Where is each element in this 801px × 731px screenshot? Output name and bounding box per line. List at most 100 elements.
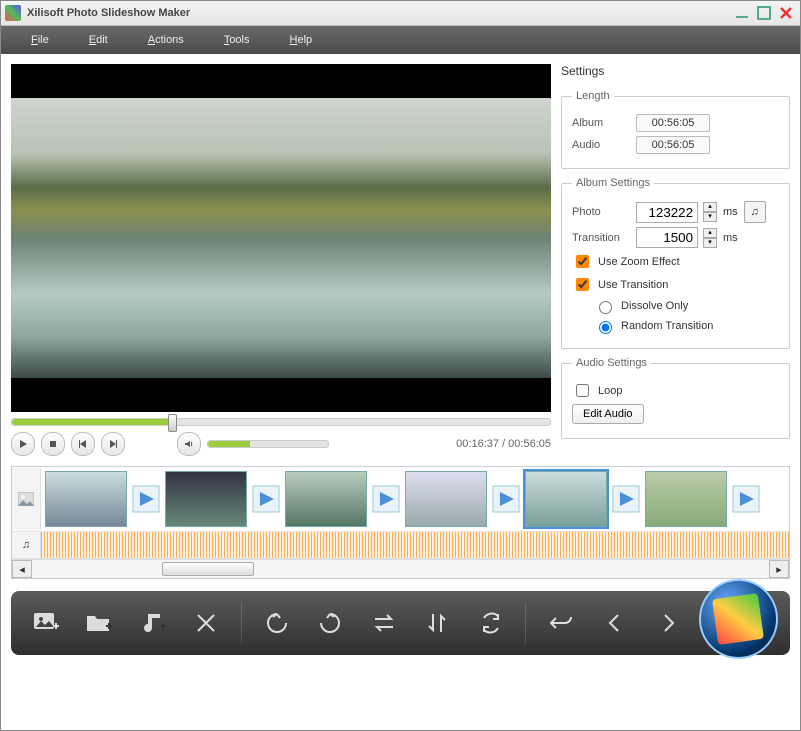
transition-icon[interactable] (609, 482, 643, 516)
timeline-thumb-selected[interactable] (525, 471, 607, 527)
close-button[interactable] (776, 3, 796, 23)
move-back-button[interactable] (592, 600, 637, 646)
use-zoom-checkbox[interactable] (576, 255, 589, 268)
app-window: Xilisoft Photo Slideshow Maker File Edit… (0, 0, 801, 731)
transition-duration-down[interactable]: ▾ (703, 238, 717, 248)
refresh-button[interactable] (468, 600, 513, 646)
transition-icon[interactable] (249, 482, 283, 516)
audio-track-icon: ♫ (12, 532, 41, 558)
transition-duration-input[interactable] (636, 227, 698, 248)
seek-bar[interactable] (11, 418, 551, 426)
maximize-button[interactable] (754, 3, 774, 23)
menu-help[interactable]: Help (270, 30, 333, 50)
transition-icon[interactable] (489, 482, 523, 516)
timeline-scroll-thumb[interactable] (162, 562, 254, 576)
timeline-scroll-track[interactable] (32, 562, 769, 576)
preview-image (11, 98, 551, 378)
menu-file[interactable]: File (11, 30, 69, 50)
timeline-scroll-left[interactable]: ◂ (12, 560, 32, 578)
album-settings-legend: Album Settings (572, 177, 654, 189)
random-transition-radio[interactable] (599, 321, 612, 334)
timeline-thumb[interactable] (165, 471, 247, 527)
swap-vertical-button[interactable] (414, 600, 459, 646)
delete-button[interactable] (183, 600, 228, 646)
timeline-scroll-right[interactable]: ▸ (769, 560, 789, 578)
album-length-value: 00:56:05 (636, 114, 710, 132)
playback-controls: 00:16:37 / 00:56:05 (11, 432, 551, 456)
seek-knob[interactable] (168, 414, 177, 432)
export-button[interactable] (699, 579, 778, 659)
album-length-label: Album (572, 117, 630, 129)
add-music-button[interactable] (130, 600, 175, 646)
transition-icon[interactable] (369, 482, 403, 516)
move-forward-button[interactable] (645, 600, 690, 646)
minimize-button[interactable] (732, 3, 752, 23)
add-folder-button[interactable] (76, 600, 121, 646)
video-preview[interactable] (11, 64, 551, 412)
volume-slider[interactable] (207, 440, 329, 448)
rotate-ccw-button[interactable] (254, 600, 299, 646)
settings-panel: Settings Length Album 00:56:05 Audio 00:56… (561, 64, 790, 456)
photo-duration-up[interactable]: ▴ (703, 202, 717, 212)
photo-duration-down[interactable]: ▾ (703, 212, 717, 222)
audio-track: ♫ (12, 532, 789, 559)
transition-icon[interactable] (129, 482, 163, 516)
image-track-icon (12, 468, 41, 530)
loop-label: Loop (598, 385, 622, 397)
add-image-button[interactable] (23, 600, 68, 646)
stop-button[interactable] (41, 432, 65, 456)
random-transition-label: Random Transition (621, 320, 713, 332)
timeline-scrollbar: ◂ ▸ (12, 559, 789, 578)
use-transition-label: Use Transition (598, 279, 668, 291)
timeline-thumb[interactable] (405, 471, 487, 527)
image-track (12, 467, 789, 532)
transition-duration-unit: ms (723, 232, 738, 244)
timeline: ♫ ◂ ▸ (11, 466, 790, 579)
audio-waveform[interactable] (41, 532, 789, 558)
menubar: File Edit Actions Tools Help (1, 26, 800, 54)
use-zoom-label: Use Zoom Effect (598, 256, 680, 268)
loop-checkbox[interactable] (576, 384, 589, 397)
menu-actions[interactable]: Actions (128, 30, 204, 50)
play-button[interactable] (11, 432, 35, 456)
timeline-thumb[interactable] (45, 471, 127, 527)
dissolve-only-label: Dissolve Only (621, 300, 688, 312)
transition-icon[interactable] (729, 482, 763, 516)
settings-heading: Settings (561, 64, 790, 78)
music-note-icon[interactable]: ♫ (744, 201, 766, 223)
rotate-cw-button[interactable] (307, 600, 352, 646)
audio-settings-legend: Audio Settings (572, 357, 651, 369)
time-display: 00:16:37 / 00:56:05 (456, 438, 551, 450)
photo-duration-input[interactable] (636, 202, 698, 223)
titlebar: Xilisoft Photo Slideshow Maker (1, 1, 800, 26)
album-settings-group: Album Settings Photo ▴▾ ms ♫ Transition … (561, 177, 790, 349)
preview-panel: 00:16:37 / 00:56:05 (11, 64, 551, 456)
transition-duration-label: Transition (572, 232, 630, 244)
swap-horizontal-button[interactable] (361, 600, 406, 646)
length-group: Length Album 00:56:05 Audio 00:56:05 (561, 90, 790, 169)
bottom-toolbar (11, 591, 790, 655)
audio-length-value: 00:56:05 (636, 136, 710, 154)
app-icon (5, 5, 21, 21)
audio-settings-group: Audio Settings Loop Edit Audio (561, 357, 790, 439)
photo-duration-label: Photo (572, 206, 630, 218)
transition-duration-up[interactable]: ▴ (703, 228, 717, 238)
content-area: 00:16:37 / 00:56:05 Settings Length Albu… (1, 54, 800, 730)
use-transition-checkbox[interactable] (576, 278, 589, 291)
length-legend: Length (572, 90, 614, 102)
undo-button[interactable] (538, 600, 583, 646)
export-icon (712, 593, 764, 645)
app-title: Xilisoft Photo Slideshow Maker (27, 7, 190, 19)
photo-duration-unit: ms (723, 206, 738, 218)
timeline-thumb[interactable] (285, 471, 367, 527)
image-track-body[interactable] (41, 467, 789, 531)
edit-audio-button[interactable]: Edit Audio (572, 404, 644, 424)
next-button[interactable] (101, 432, 125, 456)
prev-button[interactable] (71, 432, 95, 456)
menu-tools[interactable]: Tools (204, 30, 270, 50)
menu-edit[interactable]: Edit (69, 30, 128, 50)
audio-length-label: Audio (572, 139, 630, 151)
volume-icon[interactable] (177, 432, 201, 456)
dissolve-only-radio[interactable] (599, 301, 612, 314)
timeline-thumb[interactable] (645, 471, 727, 527)
